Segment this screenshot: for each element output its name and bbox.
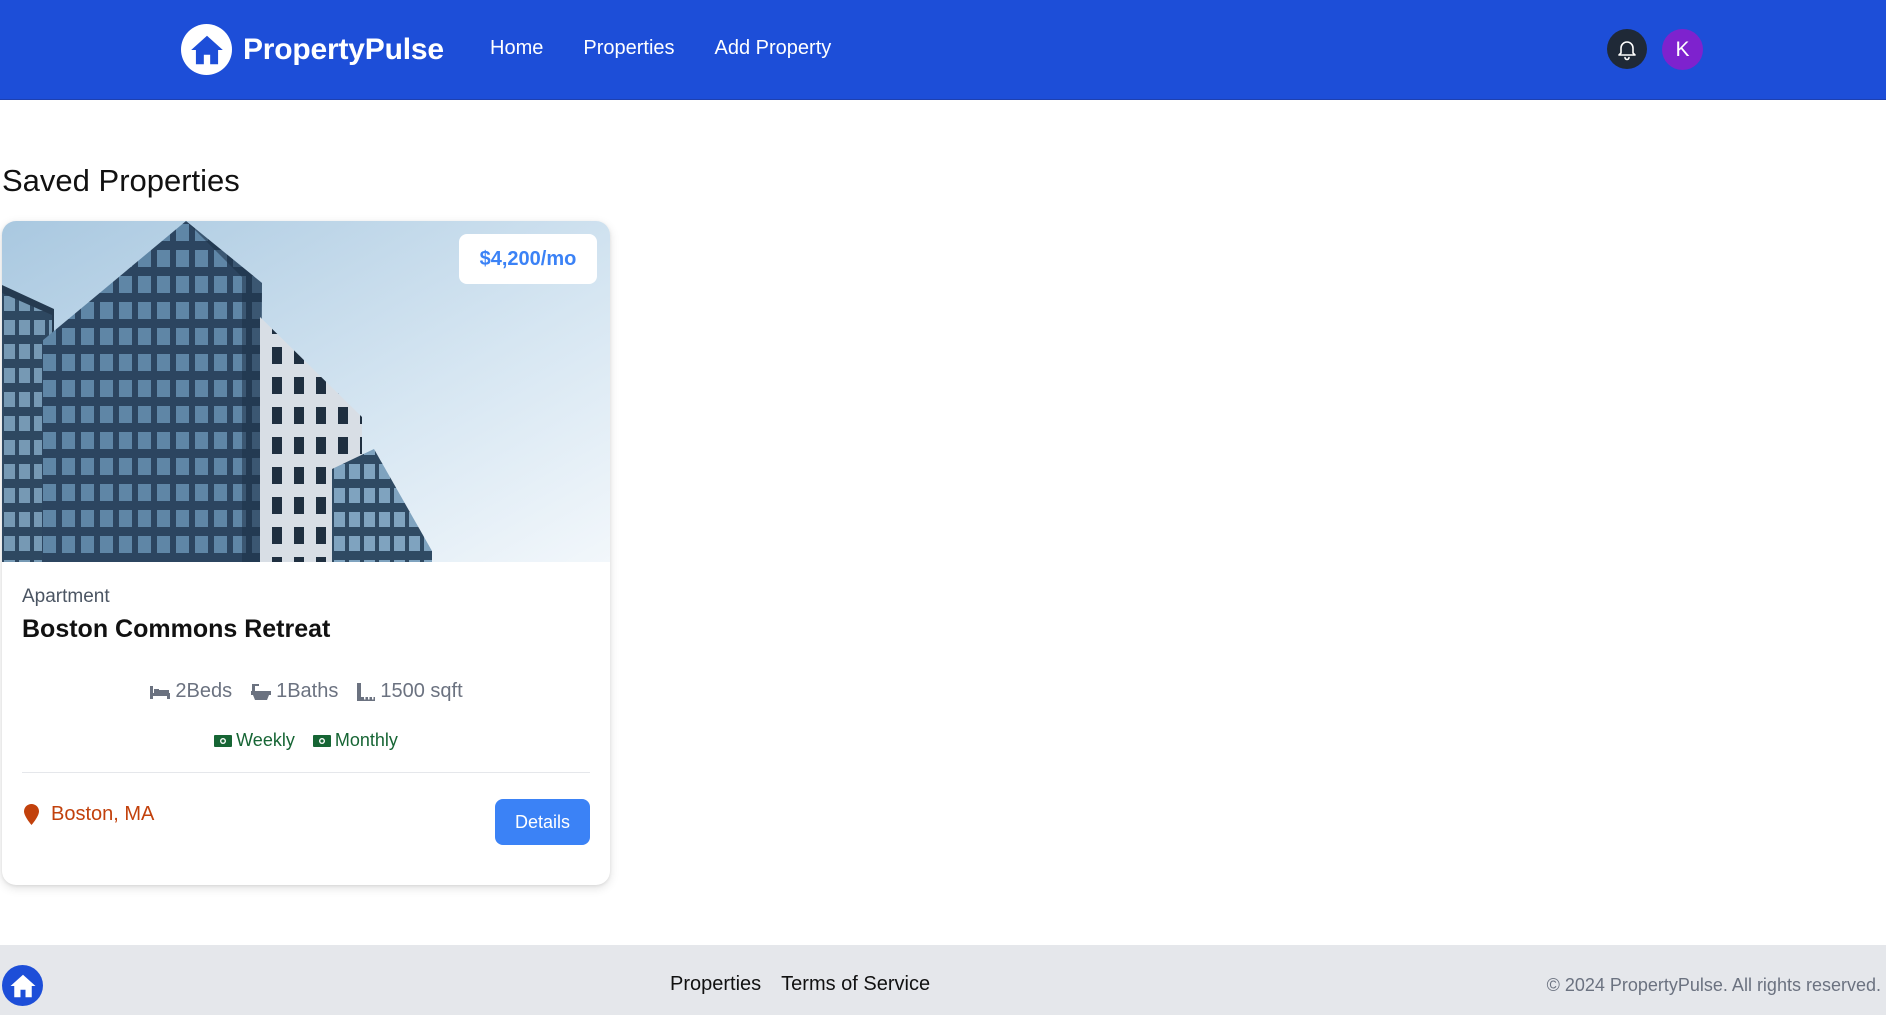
footer: Properties Terms of Service © 2024 Prope… <box>0 945 1886 1015</box>
user-avatar[interactable]: K <box>1662 29 1703 70</box>
bed-icon <box>150 685 171 699</box>
page-title: Saved Properties <box>2 163 240 198</box>
ruler-icon <box>357 682 376 701</box>
map-pin-icon <box>24 804 39 825</box>
bath-icon <box>251 683 272 700</box>
property-image[interactable]: $4,200/mo <box>2 221 610 562</box>
property-specs: 2Beds 1Baths 1500 sqft <box>2 680 610 703</box>
property-location: Boston, MA <box>24 803 154 826</box>
property-type: Apartment <box>22 586 110 607</box>
nav-properties[interactable]: Properties <box>583 37 674 60</box>
rental-rates: Weekly Monthly <box>2 730 610 751</box>
property-name: Boston Commons Retreat <box>22 615 331 643</box>
money-icon <box>312 734 331 747</box>
footer-link-terms[interactable]: Terms of Service <box>781 973 930 996</box>
footer-house-logo-icon[interactable] <box>2 965 43 1006</box>
main-nav: Home Properties Add Property <box>490 37 871 60</box>
notifications-button[interactable] <box>1607 29 1647 69</box>
house-logo-icon <box>181 24 232 75</box>
baths-count: 1Baths <box>276 680 339 702</box>
brand-name: PropertyPulse <box>243 32 444 66</box>
sqft-spec: 1500 sqft <box>356 680 463 703</box>
price-badge: $4,200/mo <box>459 234 597 284</box>
brand-link[interactable]: PropertyPulse <box>181 24 444 75</box>
nav-add-property[interactable]: Add Property <box>715 37 832 60</box>
beds-count: 2Beds <box>175 680 233 702</box>
property-card: $4,200/mo Apartment Boston Commons Retre… <box>2 221 610 885</box>
money-icon <box>214 734 233 747</box>
bell-icon <box>1618 41 1636 61</box>
nav-home[interactable]: Home <box>490 37 543 60</box>
rate-monthly-label: Monthly <box>334 730 398 750</box>
copyright-text: © 2024 PropertyPulse. All rights reserve… <box>1546 975 1881 995</box>
rate-monthly: Monthly <box>312 730 398 751</box>
sqft-value: 1500 sqft <box>380 680 463 702</box>
top-navbar: PropertyPulse Home Properties Add Proper… <box>0 0 1886 100</box>
baths-spec: 1Baths <box>250 680 338 703</box>
footer-link-properties[interactable]: Properties <box>670 973 761 996</box>
beds-spec: 2Beds <box>149 680 232 703</box>
details-button[interactable]: Details <box>495 799 590 845</box>
card-divider <box>22 772 590 773</box>
rate-weekly-label: Weekly <box>236 730 295 750</box>
rate-weekly: Weekly <box>214 730 295 751</box>
location-text: Boston, MA <box>51 803 155 825</box>
footer-links: Properties Terms of Service <box>670 973 950 996</box>
